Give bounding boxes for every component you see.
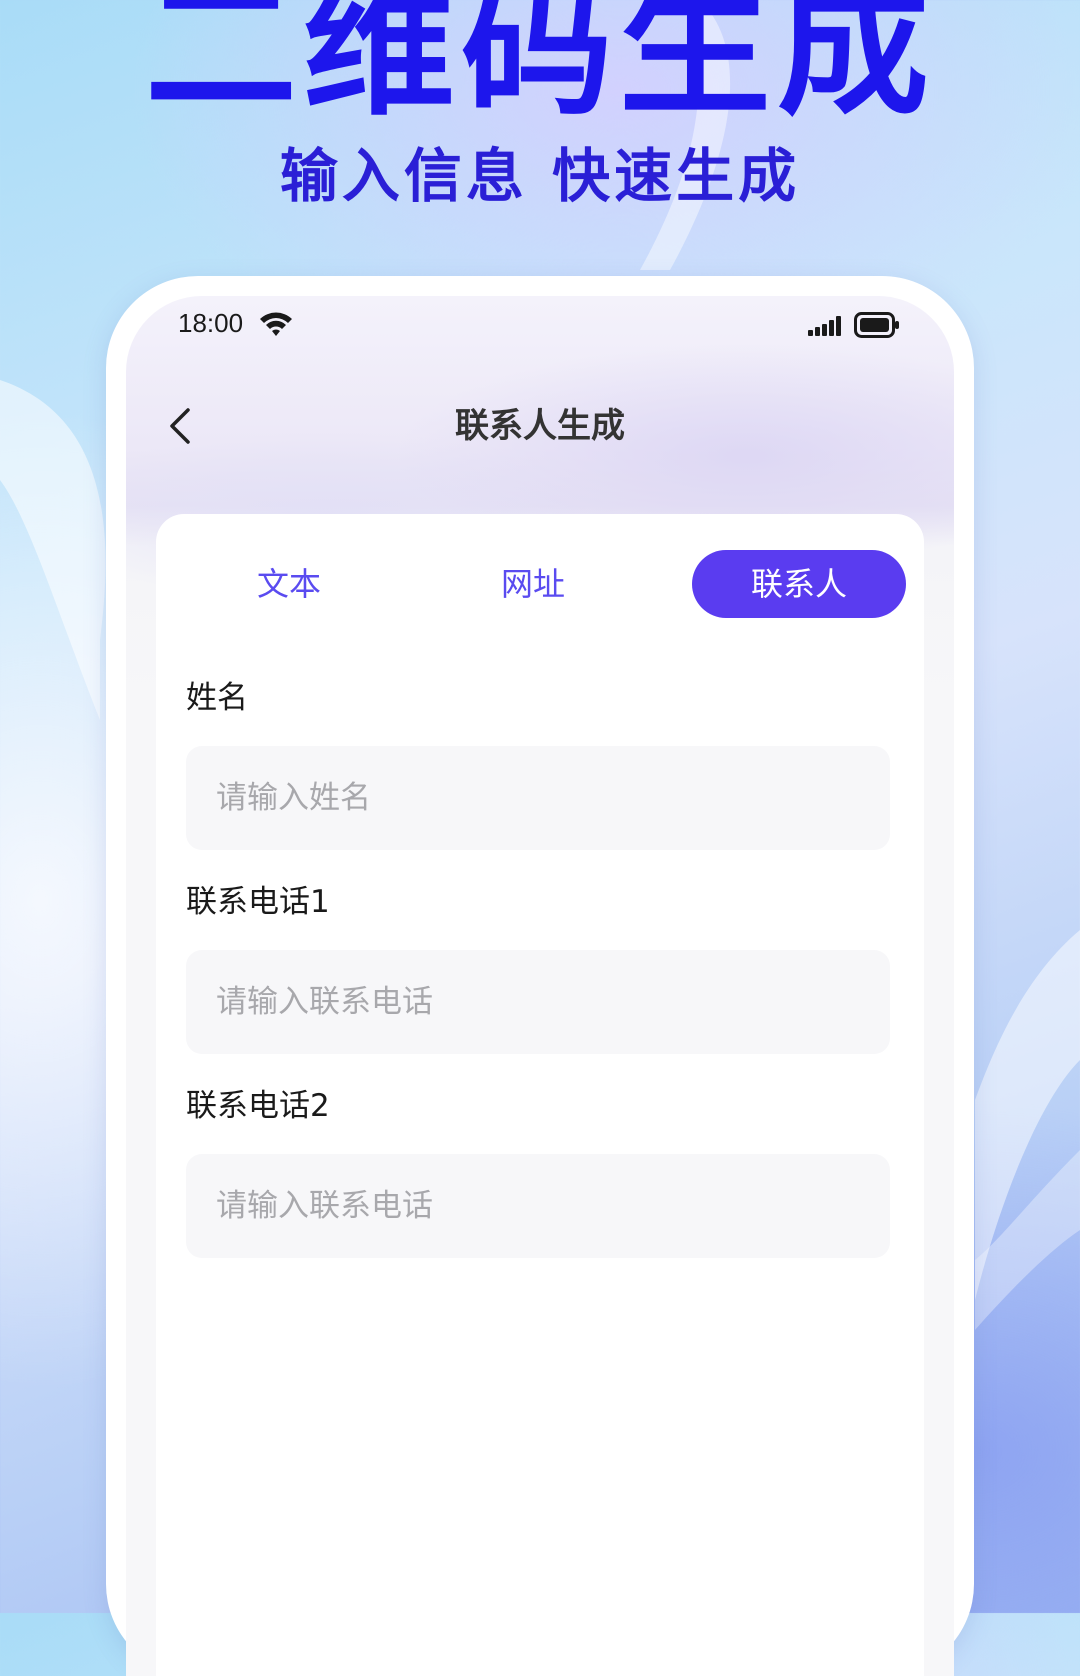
signal-icon (808, 316, 841, 336)
battery-icon (854, 312, 899, 338)
status-time: 18:00 (178, 308, 244, 338)
tab-url[interactable]: 网址 (448, 550, 618, 618)
hero-title: 二维码生成 (145, 0, 935, 136)
phone2-input[interactable] (186, 1154, 890, 1258)
hero-subtitle: 输入信息 快速生成 (279, 142, 801, 210)
tab-contact[interactable]: 联系人 (692, 550, 906, 618)
name-input[interactable] (186, 746, 890, 850)
phone1-input[interactable] (186, 950, 890, 1054)
status-bar: 18:00 (126, 296, 954, 360)
nav-bar: 联系人生成 (126, 396, 954, 456)
wifi-icon (260, 312, 292, 336)
phone1-label: 联系电话1 (186, 884, 330, 920)
tab-bar: 文本 网址 联系人 (156, 550, 924, 618)
form-card: 文本 网址 联系人 姓名 联系电话1 联系电话2 (156, 514, 924, 1676)
phone-mockup: 18:00 联系人生成 文本 网址 联系人 姓名 请输入姓名 联系电话1 请输入… (106, 276, 974, 1676)
phone2-label: 联系电话2 (186, 1088, 330, 1124)
name-label: 姓名 (186, 680, 248, 716)
phone-screen: 18:00 联系人生成 文本 网址 联系人 姓名 请输入姓名 联系电话1 请输入… (126, 296, 954, 1676)
page-title: 联系人生成 (455, 406, 625, 446)
tab-text[interactable]: 文本 (204, 550, 374, 618)
